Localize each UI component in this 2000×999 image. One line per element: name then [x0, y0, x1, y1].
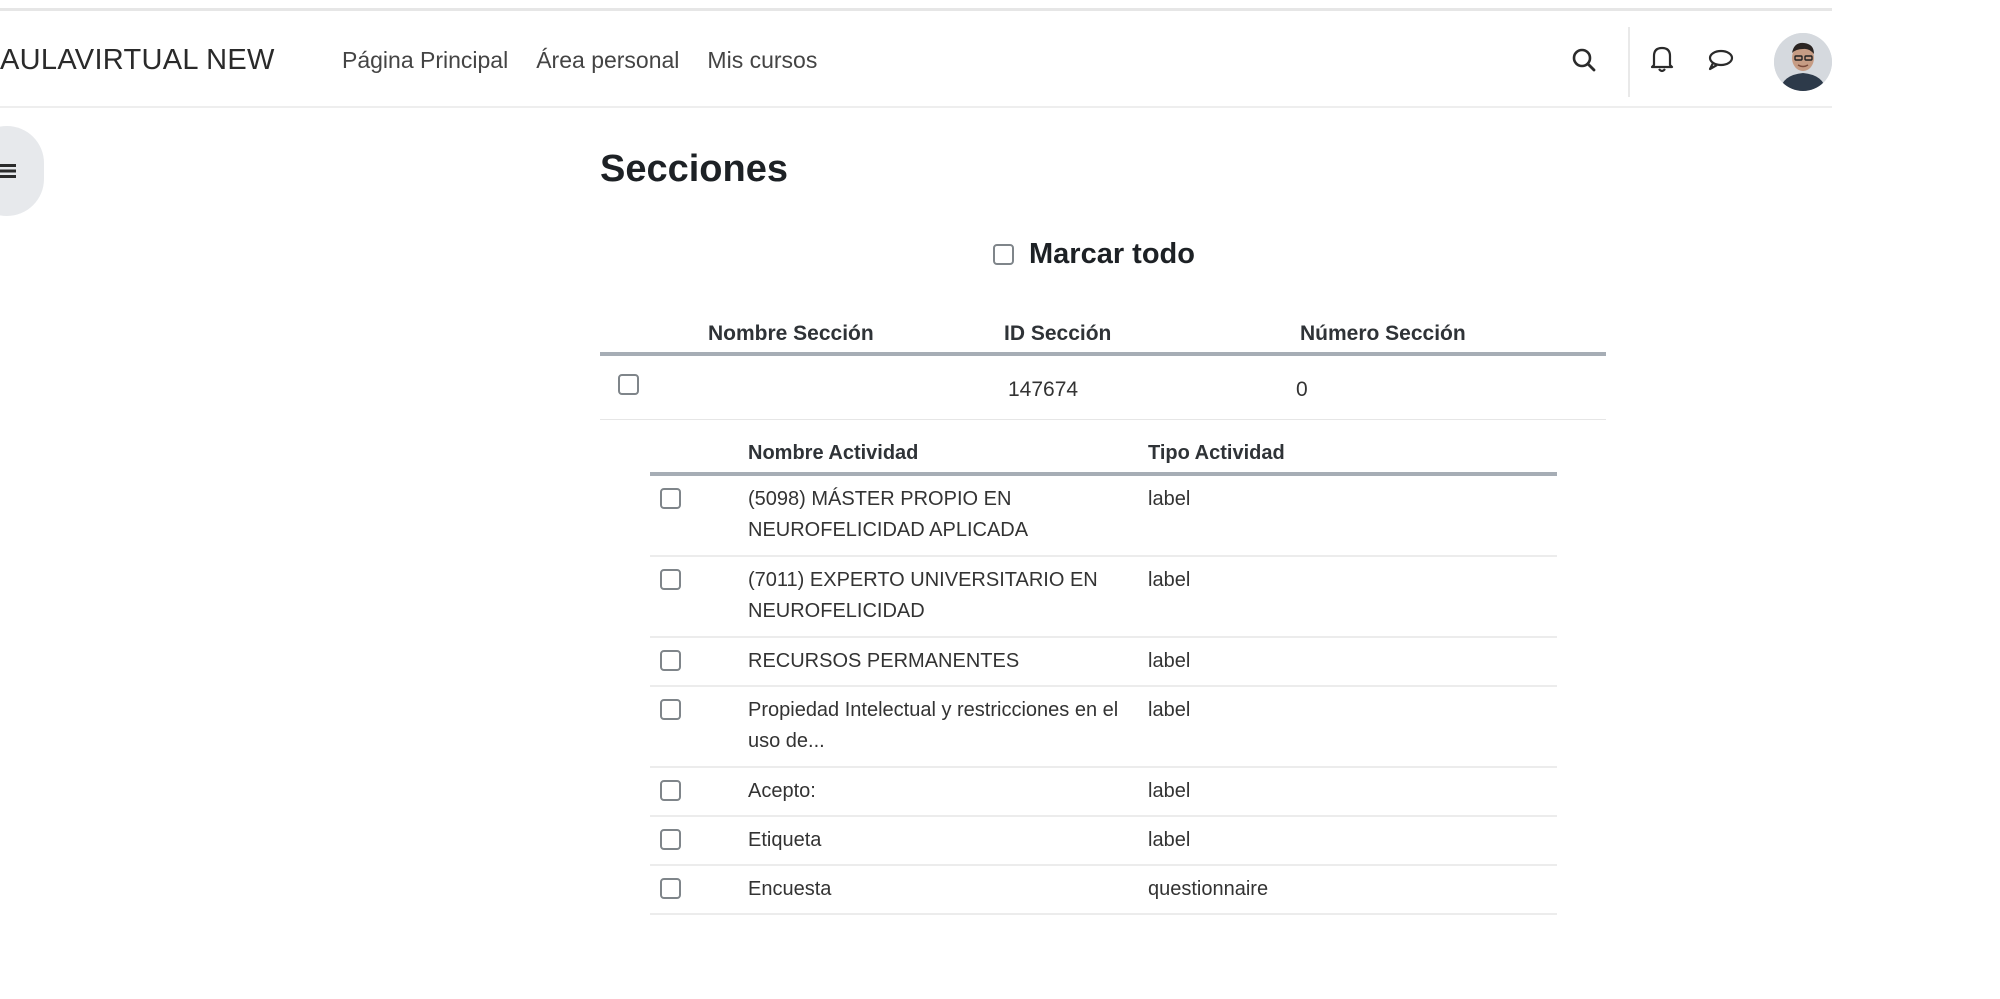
activity-type: label — [1148, 780, 1191, 802]
section-number: 0 — [1296, 378, 1308, 401]
table-row: Encuesta questionnaire — [650, 866, 1557, 915]
primary-nav: Página Principal Área personal Mis curso… — [342, 47, 817, 74]
drawer-toggle-button[interactable] — [0, 126, 44, 216]
activity-name: (7011) EXPERTO UNIVERSITARIO EN NEUROFEL… — [748, 569, 1098, 622]
bell-icon[interactable] — [1642, 38, 1682, 78]
activity-name: Etiqueta — [748, 829, 822, 851]
section-checkbox[interactable] — [618, 374, 639, 395]
col-section-number: Número Sección — [1300, 322, 1466, 345]
activity-checkbox[interactable] — [660, 488, 681, 509]
nav-link-dashboard[interactable]: Área personal — [536, 47, 679, 74]
user-avatar[interactable] — [1774, 33, 1832, 91]
check-all-label[interactable]: Marcar todo — [1029, 238, 1195, 271]
site-brand[interactable]: AULAVIRTUAL NEW — [0, 44, 275, 77]
activities-table-header: Nombre Actividad Tipo Actividad — [650, 432, 1557, 476]
activity-name: Propiedad Intelectual y restricciones en… — [748, 699, 1119, 752]
activity-type: label — [1148, 699, 1191, 721]
col-section-name: Nombre Sección — [708, 322, 874, 345]
activity-checkbox[interactable] — [660, 650, 681, 671]
activity-type: questionnaire — [1148, 878, 1269, 900]
table-row: Etiqueta label — [650, 817, 1557, 866]
activity-checkbox[interactable] — [660, 780, 681, 801]
table-row: (5098) MÁSTER PROPIO EN NEUROFELICIDAD A… — [650, 476, 1557, 557]
section-id: 147674 — [1008, 378, 1079, 401]
menu-bars-icon — [0, 164, 16, 178]
activity-type: label — [1148, 569, 1191, 591]
activity-name: Acepto: — [748, 780, 816, 802]
activity-checkbox[interactable] — [660, 829, 681, 850]
table-row: Propiedad Intelectual y restricciones en… — [650, 687, 1557, 768]
navbar: AULAVIRTUAL NEW Página Principal Área pe… — [0, 11, 1832, 108]
table-row: 147674 0 — [600, 356, 1606, 420]
page-title: Secciones — [600, 148, 788, 190]
activities-table: Nombre Actividad Tipo Actividad (5098) M… — [650, 432, 1557, 915]
table-row: (7011) EXPERTO UNIVERSITARIO EN NEUROFEL… — [650, 557, 1557, 638]
activity-checkbox[interactable] — [660, 878, 681, 899]
activity-name: RECURSOS PERMANENTES — [748, 650, 1020, 672]
activity-name: (5098) MÁSTER PROPIO EN NEUROFELICIDAD A… — [748, 488, 1029, 541]
sections-table-header: Nombre Sección ID Sección Número Sección — [600, 310, 1606, 356]
check-all-control: Marcar todo — [993, 238, 1195, 271]
col-activity-name: Nombre Actividad — [748, 442, 919, 464]
activity-type: label — [1148, 650, 1191, 672]
check-all-checkbox[interactable] — [993, 244, 1014, 265]
table-row: RECURSOS PERMANENTES label — [650, 638, 1557, 687]
search-icon[interactable] — [1564, 40, 1604, 80]
chat-bubble-icon[interactable] — [1700, 40, 1740, 80]
col-section-id: ID Sección — [1004, 322, 1112, 345]
sections-table: Nombre Sección ID Sección Número Sección… — [600, 310, 1606, 420]
activity-checkbox[interactable] — [660, 699, 681, 720]
col-activity-type: Tipo Actividad — [1148, 442, 1285, 464]
activity-type: label — [1148, 829, 1191, 851]
activity-type: label — [1148, 488, 1191, 510]
navbar-divider — [1628, 27, 1630, 97]
activity-name: Encuesta — [748, 878, 832, 900]
table-row: Acepto: label — [650, 768, 1557, 817]
activity-checkbox[interactable] — [660, 569, 681, 590]
nav-link-my-courses[interactable]: Mis cursos — [707, 47, 817, 74]
nav-link-home[interactable]: Página Principal — [342, 47, 508, 74]
